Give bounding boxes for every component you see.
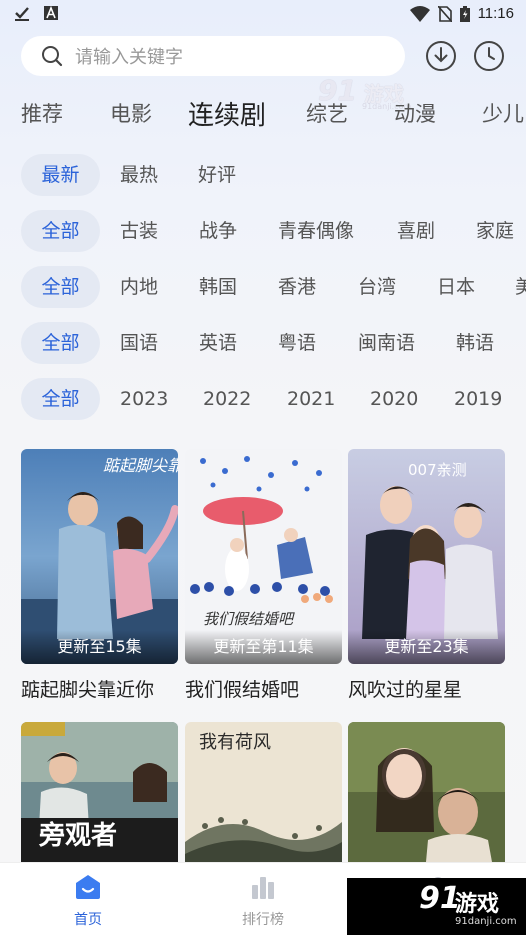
filter-chip[interactable]: 2022	[203, 378, 251, 420]
filter-chip[interactable]: 香港	[278, 266, 316, 308]
download-done-icon	[15, 7, 29, 21]
poster-title-art: 踮起脚尖靠近你	[103, 456, 178, 475]
filter-chip[interactable]: 闽南语	[358, 322, 415, 364]
search-input[interactable]: 请输入关键字	[75, 43, 183, 69]
show-title[interactable]: 踮起脚尖靠近你	[21, 675, 154, 702]
search-bar[interactable]: 请输入关键字	[21, 36, 405, 76]
show-poster[interactable]: 踮起脚尖靠近你 更新至15集	[21, 449, 178, 664]
text-a-icon	[44, 6, 58, 20]
wifi-icon	[409, 5, 430, 22]
download-icon[interactable]	[425, 40, 457, 72]
tab-variety[interactable]: 综艺	[306, 98, 348, 128]
filter-chip[interactable]: 2023	[120, 378, 168, 420]
show-title[interactable]: 我们假结婚吧	[185, 675, 299, 702]
episode-badge: 更新至15集	[21, 630, 178, 664]
nav-home[interactable]: 首页	[33, 863, 143, 935]
ranking-icon	[252, 877, 274, 899]
filter-chip[interactable]: 青春偶像	[278, 210, 354, 252]
show-poster[interactable]: 我有荷风	[185, 722, 342, 862]
year-filter-row: 全部 2023 2022 2021 2020 2019	[21, 378, 526, 420]
poster-title-art: 007亲测	[408, 461, 467, 479]
filter-chip[interactable]: 日本	[437, 266, 475, 308]
show-poster[interactable]: 旁观者	[21, 722, 178, 862]
filter-chip[interactable]: 2020	[370, 378, 418, 420]
clock: 11:16	[477, 5, 514, 22]
tab-series[interactable]: 连续剧	[188, 95, 266, 132]
category-tabs: 推荐 电影 连续剧 综艺 动漫 少儿	[0, 98, 526, 134]
nav-ranking-label: 排行榜	[242, 912, 284, 928]
poster-title-art: 旁观者	[38, 820, 117, 851]
filter-chip[interactable]: 最新	[21, 154, 100, 196]
show-poster[interactable]	[348, 722, 505, 862]
search-icon	[42, 46, 63, 67]
show-poster[interactable]: 我们假结婚吧 更新至第11集	[185, 449, 342, 664]
tab-recommend[interactable]: 推荐	[21, 98, 63, 128]
region-filter-row: 全部 内地 韩国 香港 台湾 日本 美	[21, 266, 526, 308]
filter-chip[interactable]: 台湾	[358, 266, 396, 308]
genre-filter-row: 全部 古装 战争 青春偶像 喜剧 家庭	[21, 210, 526, 252]
filter-chip[interactable]: 好评	[198, 154, 236, 196]
filter-chip[interactable]: 全部	[21, 210, 100, 252]
battery-icon	[459, 5, 470, 22]
filter-chip[interactable]: 最热	[120, 154, 158, 196]
tab-kids[interactable]: 少儿	[482, 98, 524, 128]
filter-chip[interactable]: 2021	[287, 378, 335, 420]
filter-chip[interactable]: 国语	[120, 322, 158, 364]
filter-chip[interactable]: 美	[515, 266, 526, 308]
filter-chip[interactable]: 韩语	[456, 322, 494, 364]
filter-chip[interactable]: 全部	[21, 378, 100, 420]
status-bar: 11:16	[0, 0, 526, 30]
language-filter-row: 全部 国语 英语 粤语 闽南语 韩语	[21, 322, 526, 364]
filter-chip[interactable]: 全部	[21, 322, 100, 364]
filter-chip[interactable]: 古装	[120, 210, 158, 252]
tab-anime[interactable]: 动漫	[394, 98, 436, 128]
nav-ranking[interactable]: 排行榜	[208, 863, 318, 935]
watermark-badge: 91 游戏 91danji.com	[347, 878, 526, 935]
history-icon[interactable]	[473, 40, 505, 72]
episode-badge: 更新至第11集	[185, 630, 342, 664]
filter-chip[interactable]: 家庭	[476, 210, 514, 252]
filter-chip[interactable]: 内地	[120, 266, 158, 308]
poster-image: 我有荷风	[185, 722, 342, 862]
sort-filter-row: 最新 最热 好评	[21, 154, 526, 196]
filter-chip[interactable]: 粤语	[278, 322, 316, 364]
nav-home-label: 首页	[74, 912, 102, 928]
show-title[interactable]: 风吹过的星星	[348, 675, 462, 702]
filter-chip[interactable]: 全部	[21, 266, 100, 308]
filter-chip[interactable]: 2019	[454, 378, 502, 420]
filter-chip[interactable]: 韩国	[199, 266, 237, 308]
home-icon	[76, 875, 100, 899]
episode-badge: 更新至23集	[348, 630, 505, 664]
show-poster[interactable]: 007亲测 更新至23集	[348, 449, 505, 664]
poster-title-art: 我有荷风	[199, 732, 271, 753]
filter-chip[interactable]: 战争	[199, 210, 237, 252]
poster-image: 旁观者	[21, 722, 178, 862]
no-sim-icon	[437, 5, 452, 22]
tab-movies[interactable]: 电影	[110, 98, 152, 128]
filter-chip[interactable]: 英语	[199, 322, 237, 364]
filter-chip[interactable]: 喜剧	[397, 210, 435, 252]
poster-title-art: 我们假结婚吧	[203, 610, 295, 628]
poster-image	[348, 722, 505, 862]
